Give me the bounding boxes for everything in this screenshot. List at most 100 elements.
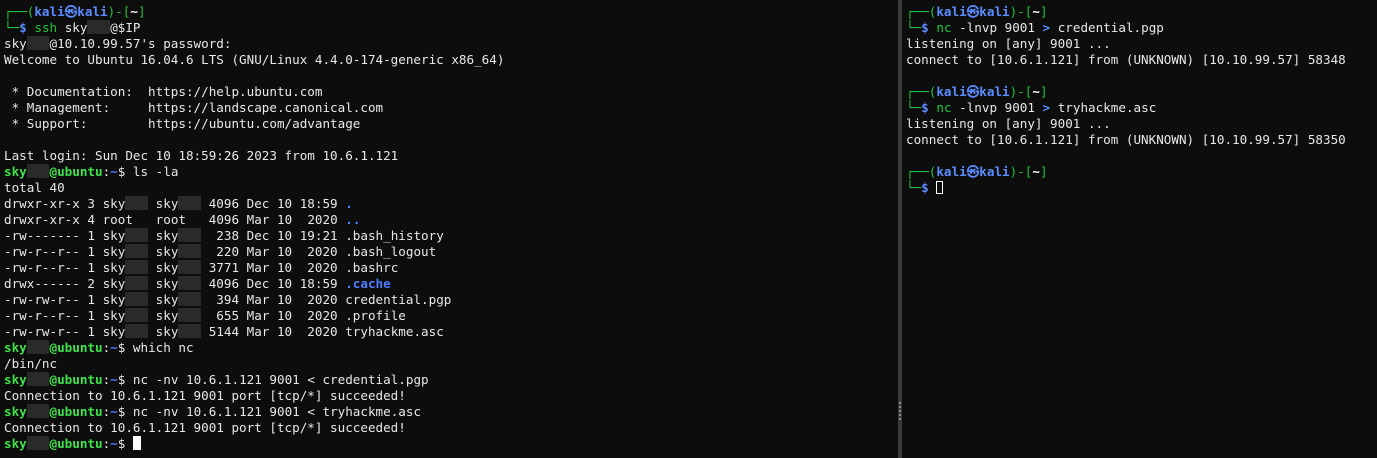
prompt-user: sky: [4, 164, 27, 179]
redacted-block: [178, 292, 202, 306]
prompt-dollar: $: [921, 20, 929, 35]
ls-permissions: -rw-r--r-- 1: [4, 260, 103, 275]
command-arg: tryhackme.asc: [1050, 100, 1157, 115]
ls-filename: .: [345, 196, 353, 211]
prompt-frame: )-[: [1009, 4, 1033, 19]
redacted-block: [178, 324, 202, 338]
prompt-user: sky: [4, 436, 27, 451]
prompt-frame: ]: [137, 4, 146, 19]
prompt-host: kali: [77, 4, 108, 19]
ls-owner: sky: [102, 324, 126, 339]
ls-owner: sky: [102, 244, 126, 259]
output-line: listening on [any] 9001 ...: [906, 36, 1111, 51]
redacted-block: [125, 260, 149, 274]
ls-owner: sky: [102, 196, 126, 211]
prompt-frame: )-[: [1009, 164, 1033, 179]
kali-prompt-line-2: └─$: [906, 180, 1377, 196]
command-arg: -lnvp 9001: [951, 100, 1043, 115]
ls-permissions: -rw-rw-r-- 1: [4, 292, 103, 307]
ls-permissions: -rw------- 1: [4, 228, 103, 243]
command-arg: -lnvp 9001: [951, 20, 1043, 35]
ubuntu-prompt-line: sky @ubuntu:~$ ls -la: [4, 164, 898, 180]
prompt-dollar: $: [117, 436, 126, 451]
prompt-path: ~: [110, 372, 118, 387]
prompt-user: kali: [34, 4, 65, 19]
redacted-block: [178, 196, 202, 210]
output-line: sky @10.10.99.57's password:: [4, 36, 898, 52]
output-text: sky: [4, 36, 27, 51]
ls-size-date: 4096 Dec 10 18:59: [201, 196, 346, 211]
redacted-block: [125, 308, 149, 322]
command-name: nc: [936, 100, 952, 115]
ls-permissions: drwxr-xr-x 3: [4, 196, 103, 211]
prompt-user: kali: [936, 4, 967, 19]
kali-prompt-line-2: └─$ nc -lnvp 9001 > credential.pgp: [906, 20, 1377, 36]
terminal-cursor[interactable]: [936, 181, 944, 194]
kali-prompt-line-2: └─$ ssh sky @$IP: [4, 20, 898, 36]
prompt-frame: └─: [4, 20, 20, 35]
output-line: Connection to 10.6.1.121 9001 port [tcp/…: [4, 388, 406, 403]
ls-size-date: 4096 Dec 10 18:59: [201, 276, 346, 291]
redacted-block: [26, 404, 50, 418]
prompt-frame: ┌──(: [906, 84, 937, 99]
ls-filename: .cache: [345, 276, 391, 291]
ls-owner: sky: [102, 276, 126, 291]
kali-prompt-line-2: └─$ nc -lnvp 9001 > tryhackme.asc: [906, 100, 1377, 116]
ls-owner: sky: [102, 292, 126, 307]
ls-group: sky: [155, 244, 179, 259]
ubuntu-prompt-line: sky @ubuntu:~$: [4, 436, 898, 452]
redacted-block: [87, 20, 111, 34]
ls-permissions: -rw-r--r-- 1: [4, 308, 103, 323]
prompt-skull-icon: ㉿: [966, 4, 980, 19]
ls-row: -rw-r--r-- 1 sky sky 220 Mar 10 2020 .ba…: [4, 244, 898, 260]
ls-permissions: -rw-r--r-- 1: [4, 244, 103, 259]
ls-permissions: drwxr-xr-x 4: [4, 212, 103, 227]
ls-size-date: 220 Mar 10 2020: [201, 244, 346, 259]
ls-group: sky: [155, 308, 179, 323]
ls-row: drwxr-xr-x 3 sky sky 4096 Dec 10 18:59 .: [4, 196, 898, 212]
redacted-block: [125, 324, 149, 338]
prompt-host: @ubuntu: [49, 404, 103, 419]
prompt-frame: ]: [1039, 4, 1048, 19]
ls-filename: .bash_logout: [345, 244, 437, 259]
prompt-frame: )-[: [107, 4, 131, 19]
prompt-host: @ubuntu: [49, 436, 103, 451]
right-terminal-pane[interactable]: ┌──(kali㉿kali)-[~] └─$ nc -lnvp 9001 > c…: [902, 0, 1377, 458]
command-arg: sky: [64, 20, 88, 35]
redacted-block: [178, 276, 202, 290]
command-arg: @$IP: [110, 20, 141, 35]
ls-size-date: 5144 Mar 10 2020: [201, 324, 346, 339]
redirect-symbol: >: [1042, 100, 1051, 115]
output-line: listening on [any] 9001 ...: [906, 116, 1111, 131]
redacted-block: [178, 260, 202, 274]
redacted-block: [125, 196, 149, 210]
prompt-frame: ]: [1039, 84, 1048, 99]
prompt-skull-icon: ㉿: [966, 84, 980, 99]
redacted-block: [178, 228, 202, 242]
prompt-host: @ubuntu: [49, 340, 103, 355]
prompt-user: kali: [936, 84, 967, 99]
output-line: * Support: https://ubuntu.com/advantage: [4, 116, 361, 131]
ls-group: sky: [155, 324, 179, 339]
prompt-frame: └─: [906, 20, 922, 35]
ls-owner: sky: [102, 308, 126, 323]
redacted-block: [26, 164, 50, 178]
prompt-path: ~: [110, 164, 118, 179]
redirect-symbol: >: [1042, 20, 1051, 35]
output-line: connect to [10.6.1.121] from (UNKNOWN) […: [906, 52, 1346, 67]
prompt-skull-icon: ㉿: [966, 164, 980, 179]
prompt-frame: └─: [906, 180, 922, 195]
ls-group: sky: [155, 228, 179, 243]
ls-owner: sky: [102, 228, 126, 243]
divider-grip-icon[interactable]: [899, 402, 901, 422]
ls-permissions: drwx------ 2: [4, 276, 103, 291]
prompt-frame: ┌──(: [906, 164, 937, 179]
left-terminal-pane[interactable]: ┌──(kali㉿kali)-[~] └─$ ssh sky @$IP sky @1…: [0, 0, 898, 458]
terminal-cursor[interactable]: [132, 436, 141, 450]
prompt-path: ~: [1032, 4, 1040, 19]
output-line: * Documentation: https://help.ubuntu.com: [4, 84, 323, 99]
prompt-user: sky: [4, 404, 27, 419]
prompt-frame: ]: [1039, 164, 1048, 179]
ls-size-date: 3771 Mar 10 2020: [201, 260, 346, 275]
